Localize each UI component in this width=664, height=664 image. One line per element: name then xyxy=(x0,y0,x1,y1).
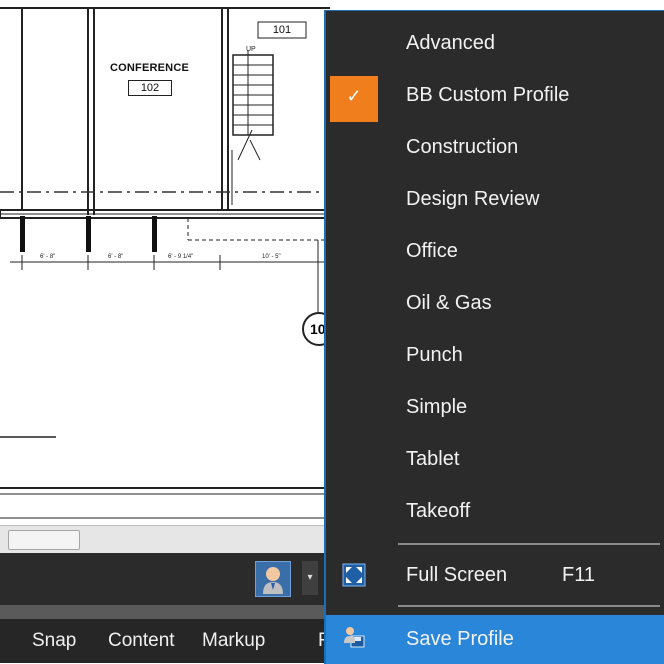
profile-button[interactable] xyxy=(255,561,291,597)
menu-item-label: Advanced xyxy=(406,32,495,54)
stair-up-label: UP xyxy=(246,46,256,53)
menu-item-oil-gas[interactable]: Oil & Gas xyxy=(326,281,664,325)
menu-item-label: Tablet xyxy=(406,448,460,470)
save-profile-icon xyxy=(344,627,365,648)
room-name-conference: CONFERENCE xyxy=(110,62,190,74)
menu-item-label: Takeoff xyxy=(406,500,471,522)
tab-snap[interactable]: Snap xyxy=(32,619,76,663)
menu-item-construction[interactable]: Construction xyxy=(326,125,664,169)
menu-item-label: Office xyxy=(406,240,458,262)
room-number-101: 101 xyxy=(272,24,292,36)
profile-dropdown-button[interactable]: ▾ xyxy=(302,561,318,595)
horizontal-scrollbar[interactable] xyxy=(0,525,330,554)
menu-item-label: Construction xyxy=(406,136,519,158)
menu-item-design-review[interactable]: Design Review xyxy=(326,177,664,221)
menu-item-advanced[interactable]: Advanced xyxy=(326,21,664,65)
dimension-label: 6' - 9 1/4" xyxy=(168,254,194,260)
menu-item-full-screen[interactable]: Full Screen F11 xyxy=(326,553,664,597)
tab-content[interactable]: Content xyxy=(108,619,175,663)
menu-item-label: Oil & Gas xyxy=(406,292,492,314)
profile-context-menu: Advanced ✓ BB Custom Profile Constructio… xyxy=(324,10,664,664)
check-mark-icon: ✓ xyxy=(330,76,378,122)
menu-item-tablet[interactable]: Tablet xyxy=(326,437,664,481)
status-bar: ▾ xyxy=(0,553,330,605)
menu-bar: Snap Content Markup F xyxy=(0,619,330,663)
status-strip xyxy=(0,605,330,619)
dropdown-arrow-icon: ▾ xyxy=(307,572,313,583)
menu-item-punch[interactable]: Punch xyxy=(326,333,664,377)
menu-item-label: Punch xyxy=(406,344,463,366)
fullscreen-icon xyxy=(342,563,366,587)
menu-item-label: Simple xyxy=(406,396,468,418)
menu-item-bb-custom-profile[interactable]: ✓ BB Custom Profile xyxy=(326,73,664,122)
tab-markup[interactable]: Markup xyxy=(202,619,265,663)
drawing-canvas[interactable]: CONFERENCE 102 101 UP 6' - 8" 6' - 8" 6'… xyxy=(0,0,330,525)
menu-item-label: Design Review xyxy=(406,188,540,210)
dimension-label: 6' - 8" xyxy=(40,254,56,260)
menu-item-label: Full Screen xyxy=(406,564,508,586)
menu-separator xyxy=(398,543,660,545)
user-profile-icon xyxy=(263,567,283,594)
dimension-label: 10' - 5" xyxy=(262,254,281,260)
scrollbar-thumb[interactable] xyxy=(8,530,80,550)
menu-item-simple[interactable]: Simple xyxy=(326,385,664,429)
menu-item-takeoff[interactable]: Takeoff xyxy=(326,489,664,533)
menu-item-label: Save Profile xyxy=(406,628,514,650)
menu-item-office[interactable]: Office xyxy=(326,229,664,273)
room-number-102: 102 xyxy=(128,80,172,96)
dimension-label: 6' - 8" xyxy=(108,254,124,260)
menu-item-label: BB Custom Profile xyxy=(406,84,570,106)
menu-separator xyxy=(398,605,660,607)
floor-plan xyxy=(0,7,330,519)
menu-item-save-profile[interactable]: Save Profile xyxy=(326,615,664,664)
shortcut-label: F11 xyxy=(562,564,595,586)
